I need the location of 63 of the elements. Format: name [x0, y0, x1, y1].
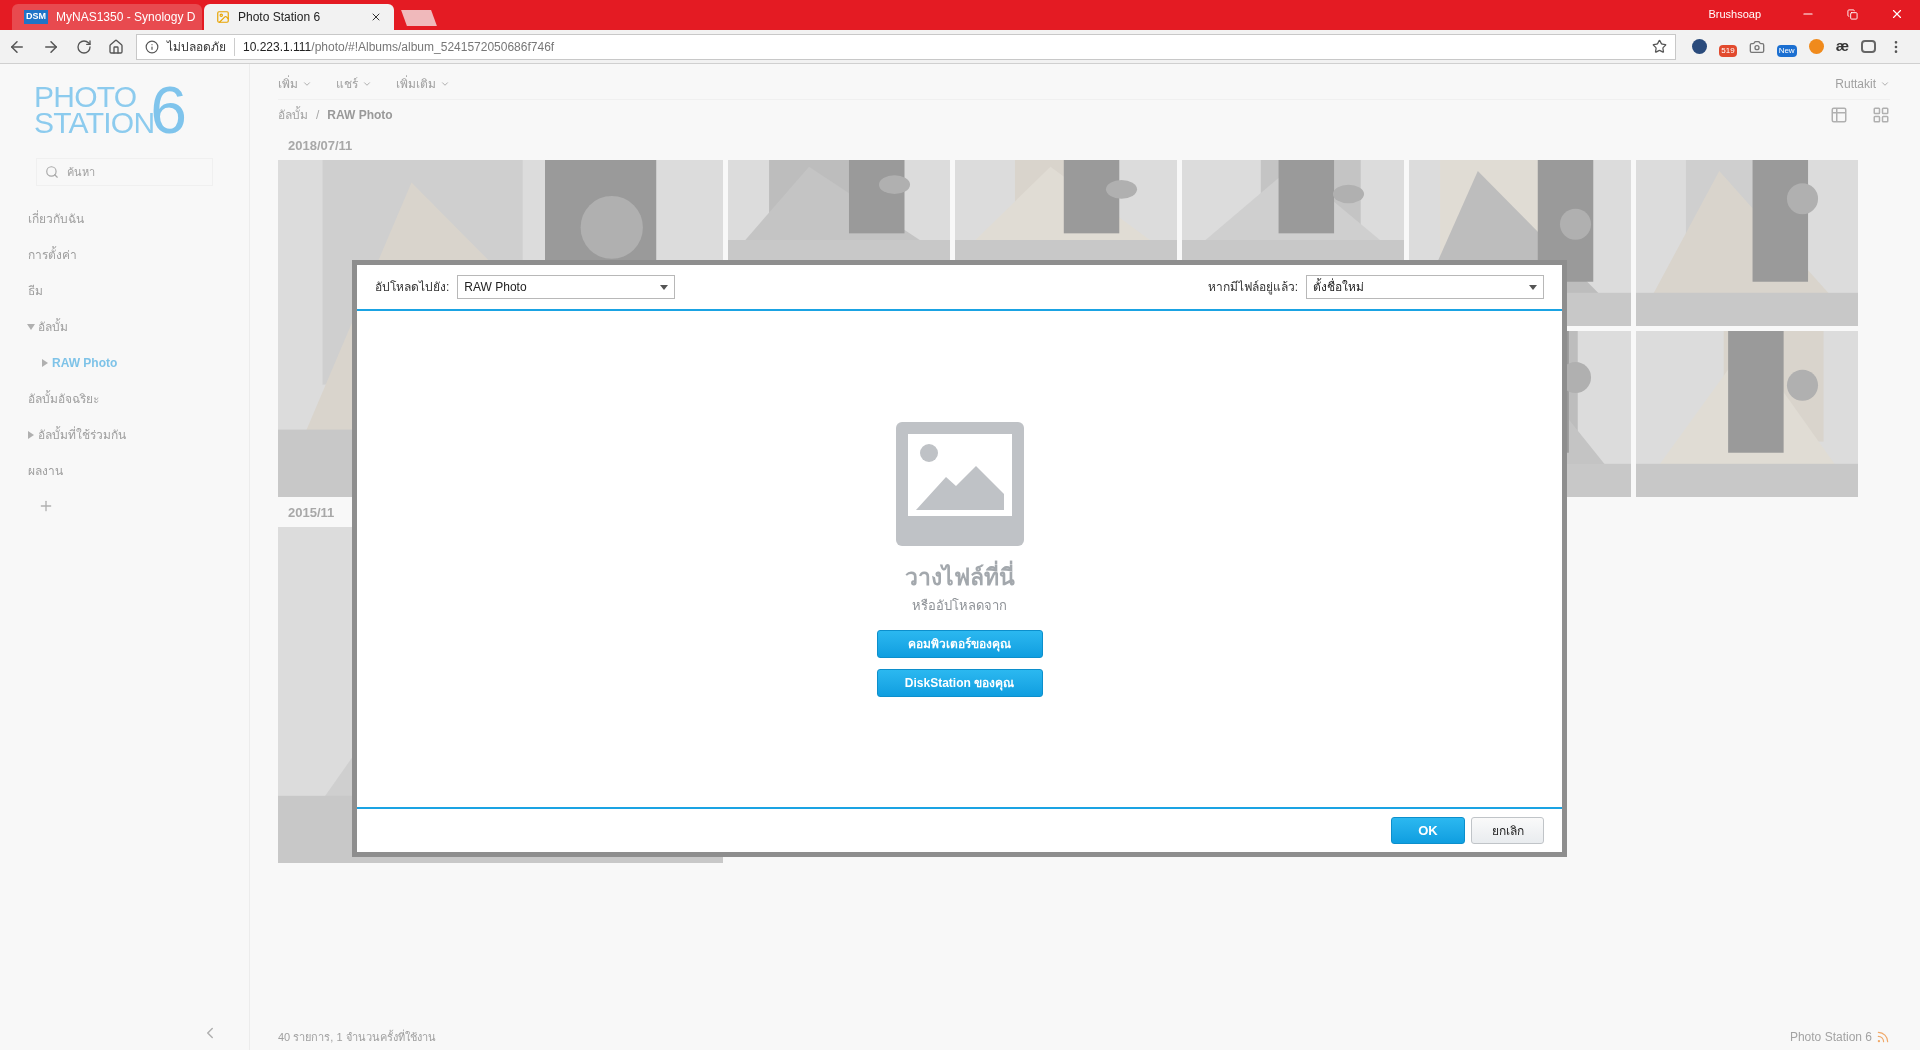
search-icon[interactable]	[45, 165, 59, 179]
browser-tab[interactable]: Photo Station 6	[204, 4, 394, 30]
cancel-button[interactable]: ยกเลิก	[1471, 817, 1544, 844]
breadcrumb-separator: /	[316, 107, 320, 124]
expanded-caret-icon[interactable]	[27, 324, 35, 330]
bookmark-star-icon[interactable]	[1652, 39, 1668, 54]
sidebar-item[interactable]: ธีม	[28, 282, 43, 300]
footer-brand: Photo Station 6	[1789, 1029, 1872, 1046]
breadcrumb-item[interactable]: RAW Photo	[327, 106, 393, 124]
upload-to-label: อัปโหลดไปยัง:	[375, 279, 450, 296]
tab-title: Photo Station 6	[238, 9, 322, 26]
breadcrumb-item[interactable]: อัลบั้ม	[278, 106, 308, 124]
tab-title: MyNAS1350 - Synology D	[56, 9, 196, 26]
sidebar-item[interactable]: เกี่ยวกับฉัน	[28, 210, 84, 228]
info-icon[interactable]	[145, 39, 159, 54]
camera-icon[interactable]	[1748, 38, 1765, 55]
toolbar-menu[interactable]: แชร์	[336, 74, 372, 93]
date-heading: 2018/07/11	[288, 137, 354, 155]
close-icon[interactable]	[370, 11, 382, 23]
sidebar-item[interactable]: ผลงาน	[28, 462, 63, 480]
search-field[interactable]: ค้นหา	[36, 158, 213, 186]
add-icon[interactable]	[38, 498, 54, 514]
security-label: ไม่ปลอดภัย	[167, 37, 235, 56]
if-exists-label: หากมีไฟล์อยู่แล้ว:	[1207, 279, 1298, 296]
upload-to-dropdown[interactable]: RAW Photo	[457, 275, 676, 299]
grid-view-icon[interactable]	[1872, 106, 1890, 124]
caret-icon	[660, 284, 669, 290]
toolbar-menu[interactable]: เพิ่มเติม	[396, 74, 450, 93]
collapsed-caret-icon[interactable]	[28, 431, 34, 439]
rss-icon[interactable]	[1876, 1030, 1890, 1044]
image-placeholder-icon	[895, 421, 1024, 546]
list-view-icon[interactable]	[1830, 106, 1848, 124]
search-placeholder: ค้นหา	[67, 164, 95, 180]
if-exists-dropdown[interactable]: ตั้งชื่อใหม่	[1306, 275, 1544, 299]
photo-favicon-icon	[216, 10, 230, 24]
extension-badge[interactable]: 519	[1719, 44, 1737, 57]
caret-icon	[1529, 284, 1537, 290]
sidebar-item[interactable]: อัลบั้ม	[38, 318, 68, 336]
profile-name[interactable]: Brushsoap	[1708, 5, 1761, 23]
extension-badge[interactable]: New	[1776, 44, 1797, 57]
home-icon[interactable]	[108, 38, 124, 55]
address-field[interactable]: ไม่ปลอดภัย 10.223.1.111/photo/#!Albums/album_5241572050686f746f	[136, 33, 1677, 60]
browser-tab[interactable]: DSM MyNAS1350 - Synology D	[12, 4, 202, 30]
date-heading: 2015/11	[288, 504, 336, 522]
restore-icon[interactable]	[1847, 8, 1858, 20]
collapsed-caret-icon[interactable]	[42, 359, 48, 367]
ok-button[interactable]: OK	[1391, 817, 1465, 844]
toolbar-menu[interactable]: เพิ่ม	[278, 74, 312, 93]
reload-icon[interactable]	[76, 38, 92, 55]
new-tab-button[interactable]	[401, 10, 437, 26]
sidebar-item[interactable]: อัลบั้มที่ใช้ร่วมกัน	[38, 426, 126, 444]
upload-source-button[interactable]: DiskStation ของคุณ	[876, 668, 1043, 697]
status-text: 40 รายการ, 1 จำนวนครั้งที่ใช้งาน	[278, 1028, 436, 1045]
tab-favicon: DSM	[24, 10, 48, 24]
sidebar-item[interactable]: อัลบั้มอัจฉริยะ	[28, 390, 99, 408]
upload-source-button[interactable]: คอมพิวเตอร์ของคุณ	[876, 629, 1043, 658]
url-text: 10.223.1.111/photo/#!Albums/album_5241572050686f746f	[243, 38, 555, 56]
extension-glyph[interactable]: æ	[1835, 35, 1849, 58]
sidebar-item[interactable]: RAW Photo	[52, 354, 118, 372]
user-menu[interactable]: Ruttakit	[1835, 74, 1890, 93]
drop-title: วางไฟล์ที่นี่	[904, 559, 1015, 594]
drop-subtitle: หรืออัปโหลดจาก	[912, 597, 1007, 615]
sidebar-item[interactable]: การตั้งค่า	[28, 246, 77, 264]
